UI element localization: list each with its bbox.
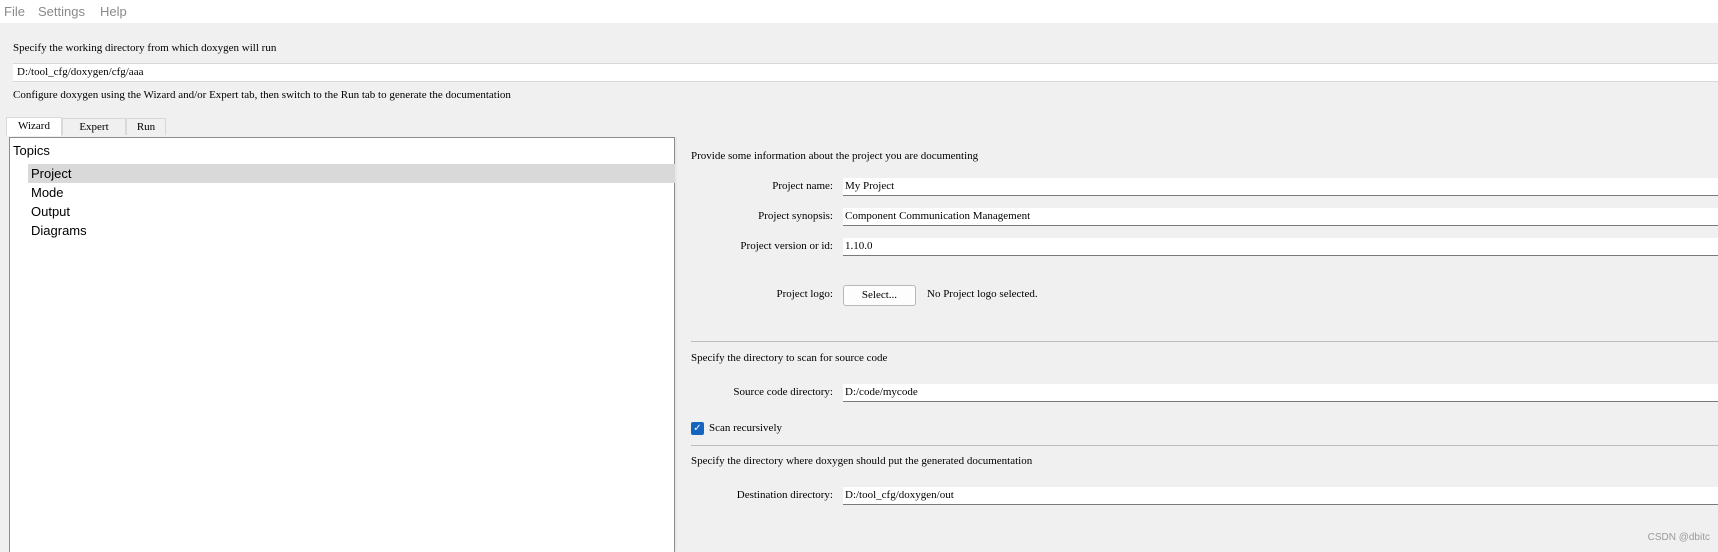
menu-file[interactable]: File bbox=[4, 4, 25, 19]
project-settings-panel: Provide some information about the proje… bbox=[678, 137, 1718, 551]
project-version-label: Project version or id: bbox=[740, 240, 833, 252]
source-dir-input[interactable]: D:/code/mycode bbox=[843, 384, 1718, 402]
panel-splitter[interactable] bbox=[675, 137, 677, 551]
topic-diagrams[interactable]: Diagrams bbox=[28, 221, 676, 240]
topics-title: Topics bbox=[13, 143, 50, 158]
project-synopsis-value: Component Communication Management bbox=[845, 210, 1031, 222]
logo-status: No Project logo selected. bbox=[927, 288, 1038, 300]
topic-project[interactable]: Project bbox=[28, 164, 676, 183]
divider bbox=[691, 341, 1718, 342]
destination-dir-input[interactable]: D:/tool_cfg/doxygen/out bbox=[843, 487, 1718, 505]
topic-output[interactable]: Output bbox=[28, 202, 676, 221]
tab-run[interactable]: Run bbox=[126, 118, 166, 135]
source-dir-label: Source code directory: bbox=[733, 386, 833, 398]
project-version-value: 1.10.0 bbox=[845, 240, 873, 252]
source-intro: Specify the directory to scan for source… bbox=[691, 352, 888, 364]
project-version-input[interactable]: 1.10.0 bbox=[843, 238, 1718, 256]
project-logo-label: Project logo: bbox=[776, 288, 833, 300]
tab-wizard[interactable]: Wizard bbox=[6, 117, 62, 136]
select-logo-button[interactable]: Select... bbox=[843, 285, 916, 306]
source-dir-value: D:/code/mycode bbox=[845, 386, 918, 398]
configure-instruction: Configure doxygen using the Wizard and/o… bbox=[13, 89, 511, 101]
menu-bar: File Settings Help bbox=[0, 0, 1718, 23]
project-intro: Provide some information about the proje… bbox=[691, 150, 979, 162]
menu-help[interactable]: Help bbox=[100, 4, 127, 19]
topic-mode[interactable]: Mode bbox=[28, 183, 676, 202]
destination-dir-value: D:/tool_cfg/doxygen/out bbox=[845, 489, 954, 501]
watermark: CSDN @dbitc bbox=[1647, 532, 1710, 543]
scan-recursively-checkbox[interactable]: ✓ bbox=[691, 422, 704, 435]
project-synopsis-label: Project synopsis: bbox=[758, 210, 833, 222]
tab-expert[interactable]: Expert bbox=[62, 118, 126, 135]
destination-intro: Specify the directory where doxygen shou… bbox=[691, 455, 1033, 467]
working-dir-value: D:/tool_cfg/doxygen/cfg/aaa bbox=[17, 66, 144, 78]
divider bbox=[691, 445, 1718, 446]
scan-recursively-label: Scan recursively bbox=[709, 422, 782, 434]
working-dir-field[interactable]: D:/tool_cfg/doxygen/cfg/aaa bbox=[13, 63, 1718, 82]
project-name-label: Project name: bbox=[772, 180, 833, 192]
project-name-value: My Project bbox=[845, 180, 895, 192]
working-dir-instruction: Specify the working directory from which… bbox=[13, 42, 277, 54]
destination-dir-label: Destination directory: bbox=[736, 489, 833, 501]
topics-panel: Topics Project Mode Output Diagrams bbox=[9, 137, 676, 552]
checkmark-icon: ✓ bbox=[693, 423, 702, 434]
project-synopsis-input[interactable]: Component Communication Management bbox=[843, 208, 1718, 226]
menu-settings[interactable]: Settings bbox=[38, 4, 85, 19]
project-name-input[interactable]: My Project bbox=[843, 178, 1718, 196]
